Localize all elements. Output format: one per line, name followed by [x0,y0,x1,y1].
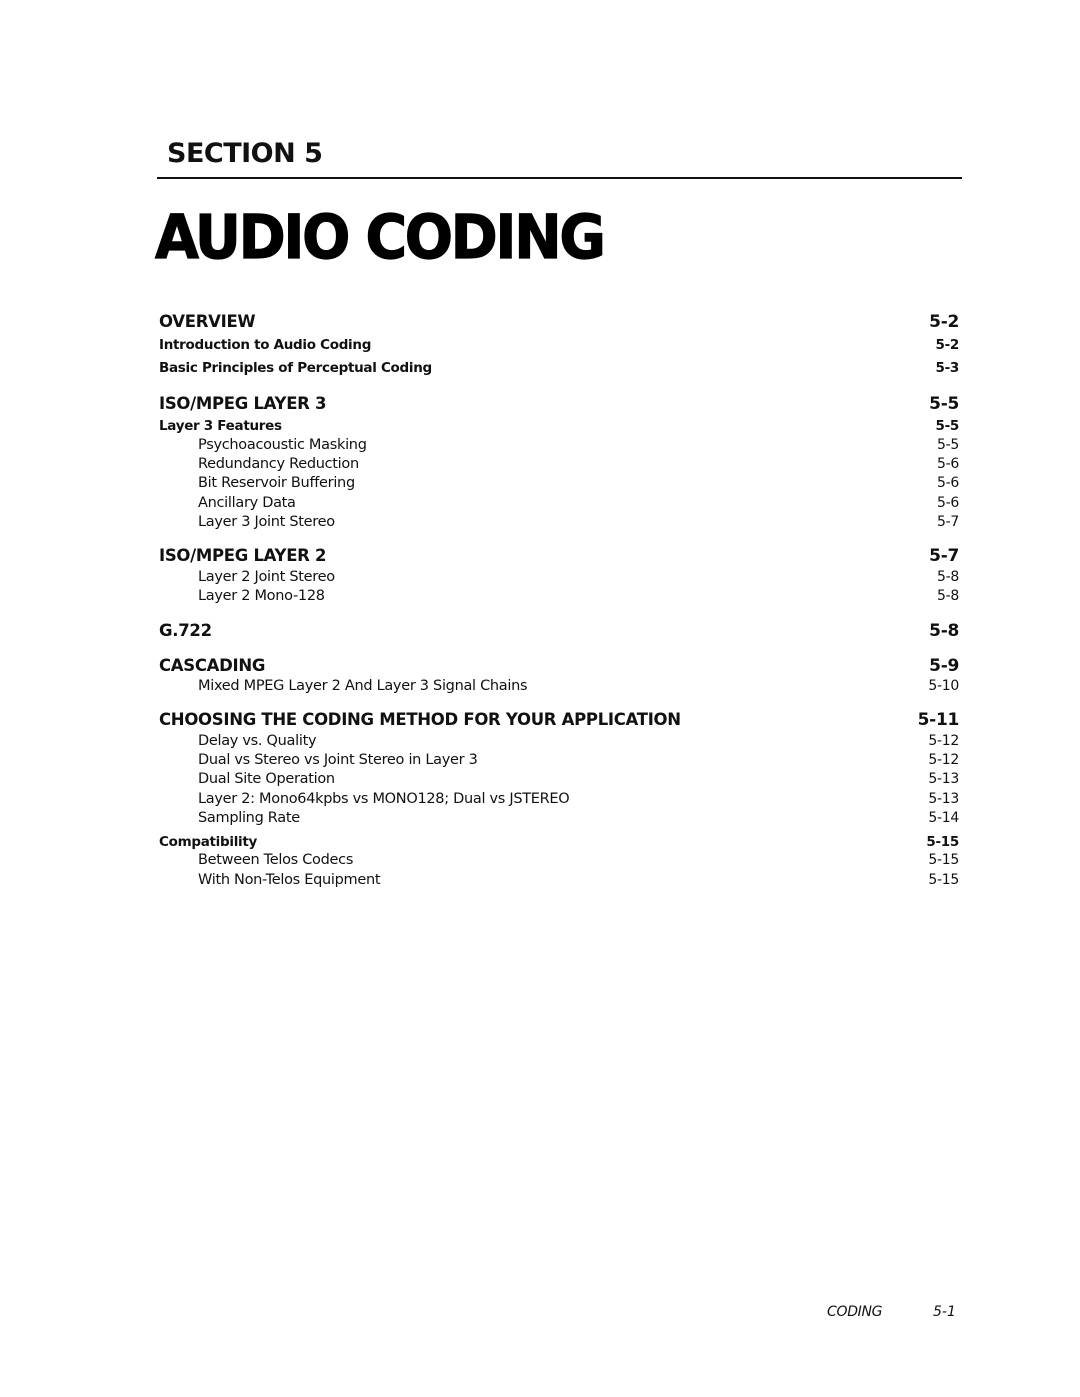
toc-entry-text: Redundancy Reduction [198,456,359,472]
toc-entry-subheading[interactable]: Compatibility 5-15 [159,834,959,850]
toc-page-number: 5-14 [928,810,959,826]
toc-entry-item[interactable]: Psychoacoustic Masking 5-5 [159,437,959,453]
toc-page-number: 5-8 [937,588,959,604]
toc-page-number: 5-5 [935,418,960,434]
toc-entry-item[interactable]: Redundancy Reduction 5-6 [159,456,959,472]
toc-entry-text: Sampling Rate [198,810,300,826]
toc-page-number: 5-12 [928,752,959,768]
toc-entry-subheading[interactable]: Introduction to Audio Coding 5-2 [159,337,959,353]
toc-page-number: 5-15 [926,834,959,850]
toc-entry-subheading[interactable]: Basic Principles of Perceptual Coding 5-… [159,360,959,376]
toc-entry-item[interactable]: Dual vs Stereo vs Joint Stereo in Layer … [159,752,959,768]
toc-page-number: 5-10 [928,678,959,694]
toc-entry-text: Dual Site Operation [198,771,335,787]
toc-entry-text: Bit Reservoir Buffering [198,475,355,491]
toc-entry-heading[interactable]: CHOOSING THE CODING METHOD FOR YOUR APPL… [159,710,959,730]
toc-page-number: 5-8 [937,569,959,585]
toc-entry-item[interactable]: Layer 2 Mono-128 5-8 [159,588,959,604]
toc-page-number: 5-2 [929,312,959,332]
toc-entry-text: Ancillary Data [198,495,296,511]
toc-entry-text: CHOOSING THE CODING METHOD FOR YOUR APPL… [159,710,681,729]
toc-entry-heading[interactable]: G.722 5-8 [159,621,959,641]
toc-entry-item[interactable]: Dual Site Operation 5-13 [159,771,959,787]
toc-page-number: 5-6 [937,456,959,472]
toc-entry-item[interactable]: Mixed MPEG Layer 2 And Layer 3 Signal Ch… [159,678,959,694]
toc-entry-item[interactable]: Delay vs. Quality 5-12 [159,733,959,749]
footer-running-title: CODING [827,1304,883,1320]
toc-entry-item[interactable]: Layer 3 Joint Stereo 5-7 [159,514,959,530]
toc-entry-item[interactable]: Sampling Rate 5-14 [159,810,959,826]
toc-page-number: 5-9 [929,656,959,676]
toc-page-number: 5-15 [928,872,959,888]
toc-page-number: 5-6 [937,495,959,511]
section-label: SECTION 5 [167,138,323,169]
toc-page-number: 5-15 [928,852,959,868]
toc-page-number: 5-5 [937,437,959,453]
toc-entry-text: Basic Principles of Perceptual Coding [159,360,432,376]
toc-entry-heading[interactable]: OVERVIEW 5-2 [159,312,959,332]
toc-entry-text: With Non-Telos Equipment [198,872,381,888]
toc-entry-text: OVERVIEW [159,312,256,331]
toc-page-number: 5-13 [928,791,959,807]
toc-entry-text: Between Telos Codecs [198,852,354,868]
toc-entry-text: Compatibility [159,834,258,850]
toc-entry-heading[interactable]: ISO/MPEG LAYER 3 5-5 [159,394,959,414]
toc-entry-item[interactable]: Between Telos Codecs 5-15 [159,852,959,868]
toc-entry-item[interactable]: With Non-Telos Equipment 5-15 [159,872,959,888]
toc-entry-heading[interactable]: ISO/MPEG LAYER 2 5-7 [159,546,959,566]
chapter-title: AUDIO CODING [154,202,606,273]
toc-page-number: 5-5 [929,394,959,414]
toc-page-number: 5-6 [937,475,959,491]
toc-page-number: 5-7 [937,514,959,530]
toc-entry-item[interactable]: Bit Reservoir Buffering 5-6 [159,475,959,491]
toc-entry-text: Mixed MPEG Layer 2 And Layer 3 Signal Ch… [198,678,528,694]
toc-entry-text: Dual vs Stereo vs Joint Stereo in Layer … [198,752,478,768]
toc-entry-text: Layer 3 Joint Stereo [198,514,335,530]
toc-page-number: 5-13 [928,771,959,787]
toc-entry-text: ISO/MPEG LAYER 2 [159,546,327,565]
toc-entry-text: Layer 2 Joint Stereo [198,569,335,585]
toc-entry-heading[interactable]: CASCADING 5-9 [159,656,959,676]
toc-entry-text: Psychoacoustic Masking [198,437,367,453]
toc-entry-item[interactable]: Ancillary Data 5-6 [159,495,959,511]
toc-page-number: 5-7 [929,546,959,566]
footer-page-number: 5-1 [933,1304,956,1320]
toc-entry-text: Layer 3 Features [159,418,282,434]
toc-entry-text: Layer 2: Mono64kpbs vs MONO128; Dual vs … [198,791,570,807]
toc-entry-text: ISO/MPEG LAYER 3 [159,394,327,413]
toc-entry-text: Introduction to Audio Coding [159,337,372,353]
toc-entry-text: Delay vs. Quality [198,733,317,749]
toc-page-number: 5-11 [917,710,960,730]
toc-entry-subheading[interactable]: Layer 3 Features 5-5 [159,418,959,434]
section-divider [157,177,962,179]
toc-entry-text: G.722 [159,621,212,640]
toc-page-number: 5-12 [928,733,959,749]
toc-page-number: 5-8 [929,621,959,641]
toc-entry-text: CASCADING [159,656,266,675]
document-page: SECTION 5 AUDIO CODING OVERVIEW 5-2 Intr… [0,0,1080,1397]
toc-page-number: 5-3 [935,360,960,376]
toc-entry-item[interactable]: Layer 2: Mono64kpbs vs MONO128; Dual vs … [159,791,959,807]
toc-entry-text: Layer 2 Mono-128 [198,588,325,604]
toc-page-number: 5-2 [935,337,960,353]
toc-entry-item[interactable]: Layer 2 Joint Stereo 5-8 [159,569,959,585]
